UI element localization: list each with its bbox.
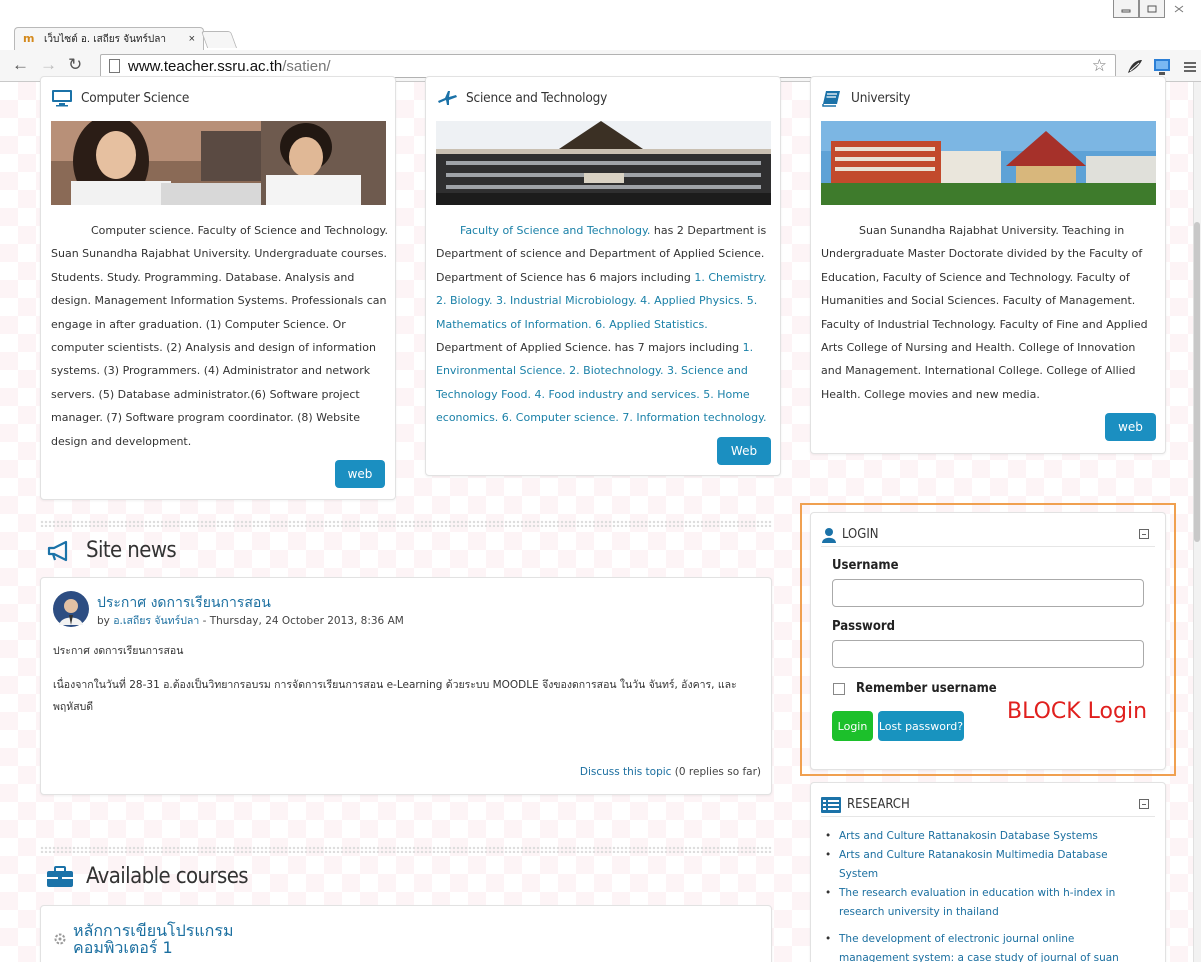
news-post: ประกาศ งดการเรียนการสอน by อ.เสถียร จันท… xyxy=(40,577,772,795)
replies-count: (0 replies so far) xyxy=(671,766,761,778)
research-block: RESEARCH Arts and Culture Rattanakosin D… xyxy=(810,782,1166,962)
web-button[interactable]: web xyxy=(335,460,385,488)
chrome-menu-icon[interactable] xyxy=(1180,57,1200,77)
card-description: Faculty of Science and Technology. has 2… xyxy=(436,219,774,430)
news-post-meta: by อ.เสถียร จันทร์ปลา - Thursday, 24 Oct… xyxy=(97,612,404,629)
password-label: Password xyxy=(832,619,896,634)
collapse-icon[interactable] xyxy=(1139,529,1149,539)
card-title: Computer Science xyxy=(81,90,190,106)
card-header: Computer Science xyxy=(51,87,189,109)
research-block-title: RESEARCH xyxy=(847,797,910,812)
maximize-glyph xyxy=(1147,5,1157,12)
card-title: Science and Technology xyxy=(466,90,608,106)
card-university: University Suan Sunandha Rajabhat Univer… xyxy=(810,76,1166,454)
back-arrow-icon[interactable]: ← xyxy=(12,55,29,75)
author-link[interactable]: อ.เสถียร จันทร์ปลา xyxy=(113,615,199,627)
discuss-topic-link[interactable]: Discuss this topic xyxy=(580,766,672,778)
login-block-title: LOGIN xyxy=(842,527,879,542)
browser-tab[interactable]: m เว็บไซต์ อ. เสถียร จันทร์ปลา × xyxy=(14,27,204,50)
research-block-header: RESEARCH xyxy=(821,793,1155,817)
plane-icon xyxy=(438,91,457,105)
web-button[interactable]: web xyxy=(1105,413,1156,441)
book-icon xyxy=(822,91,840,107)
window-close-icon[interactable] xyxy=(1165,0,1193,18)
card-computer-science: Computer Science Computer science. Facul… xyxy=(40,76,396,500)
collapse-icon[interactable] xyxy=(1139,799,1149,809)
page-icon xyxy=(109,59,120,73)
monitor-icon xyxy=(52,90,72,107)
lost-password-button[interactable]: Lost password? xyxy=(878,711,964,741)
tab-title: เว็บไซต์ อ. เสถียร จันทร์ปลา xyxy=(44,33,166,45)
url-host: www.teacher.ssru.ac.th xyxy=(128,57,283,75)
reload-icon[interactable]: ↻ xyxy=(68,55,82,75)
news-post-footer: Discuss this topic (0 replies so far) xyxy=(580,766,761,778)
news-post-body: ประกาศ งดการเรียนการสอน เนื่องจากในวันที… xyxy=(53,640,753,718)
remember-username-checkbox[interactable] xyxy=(833,683,845,695)
research-item[interactable]: Arts and Culture Rattanakosin Database S… xyxy=(823,827,1133,846)
card-science-technology: Science and Technology Faculty of Scienc… xyxy=(425,76,781,476)
section-separator xyxy=(40,846,772,853)
url-path: /satien/ xyxy=(282,57,331,75)
tab-close-icon[interactable]: × xyxy=(189,33,195,45)
megaphone-icon xyxy=(47,540,68,561)
vertical-scrollbar[interactable] xyxy=(1193,82,1201,962)
web-button[interactable]: Web xyxy=(717,437,771,465)
available-courses-heading: Available courses xyxy=(46,864,249,889)
university-campus-photo xyxy=(821,121,1156,205)
students-photo xyxy=(51,121,386,205)
remember-username-label: Remember username xyxy=(856,681,997,696)
news-body-paragraph: เนื่องจากในวันที่ 28-31 อ.ต้องเป็นวิทยาก… xyxy=(53,679,737,713)
login-block: LOGIN Username Password Remember usernam… xyxy=(810,512,1166,770)
password-input[interactable] xyxy=(832,640,1144,668)
faculty-building-photo xyxy=(436,121,771,205)
card-header: University xyxy=(821,87,910,109)
card-title: University xyxy=(851,90,911,106)
user-icon xyxy=(822,527,836,543)
close-glyph xyxy=(1174,5,1184,13)
research-list: Arts and Culture Rattanakosin Database S… xyxy=(823,827,1133,962)
login-button[interactable]: Login xyxy=(832,711,873,741)
scrollbar-thumb[interactable] xyxy=(1194,222,1200,542)
research-item[interactable]: The research evaluation in education wit… xyxy=(823,884,1133,922)
card-header: Science and Technology xyxy=(436,87,607,109)
applied-science-text: Department of Applied Science. has 7 maj… xyxy=(436,341,743,355)
minimize-glyph xyxy=(1121,9,1131,12)
site-news-title: Site news xyxy=(86,538,177,563)
site-favicon-icon: m xyxy=(23,32,35,45)
news-body-line: ประกาศ งดการเรียนการสอน xyxy=(53,645,184,657)
extension-feather-icon[interactable] xyxy=(1125,57,1145,77)
section-separator xyxy=(40,520,772,527)
course-gear-icon xyxy=(54,933,66,945)
browser-tabbar: m เว็บไซต์ อ. เสถียร จันทร์ปลา × xyxy=(0,0,1201,50)
news-post-title[interactable]: ประกาศ งดการเรียนการสอน xyxy=(97,592,271,614)
address-bar[interactable]: www.teacher.ssru.ac.th/satien/ ☆ xyxy=(100,54,1116,78)
research-item[interactable]: The development of electronic journal on… xyxy=(823,930,1133,962)
card-description: Suan Sunandha Rajabhat University. Teach… xyxy=(821,224,1148,401)
course-card: หลักการเขียนโปรแกรม คอมพิวเตอร์ 1 xyxy=(40,905,772,962)
available-courses-title: Available courses xyxy=(86,864,249,889)
maximize-icon[interactable] xyxy=(1139,0,1165,18)
minimize-icon[interactable] xyxy=(1113,0,1139,18)
faculty-link[interactable]: Faculty of Science and Technology. xyxy=(460,224,650,237)
course-link[interactable]: หลักการเขียนโปรแกรม คอมพิวเตอร์ 1 xyxy=(73,922,293,956)
card-description: Computer science. Faculty of Science and… xyxy=(51,224,388,448)
meta-by: by xyxy=(97,615,114,627)
username-input[interactable] xyxy=(832,579,1144,607)
forward-arrow-icon[interactable]: → xyxy=(40,55,57,75)
site-news-heading: Site news xyxy=(46,538,177,563)
research-item[interactable]: Arts and Culture Ratanakosin Multimedia … xyxy=(823,846,1133,884)
username-label: Username xyxy=(832,558,899,573)
list-icon xyxy=(821,796,841,813)
login-block-header: LOGIN xyxy=(821,523,1155,547)
new-tab-button[interactable] xyxy=(200,31,238,48)
extension-monitor-icon[interactable] xyxy=(1152,57,1172,77)
bookmark-star-icon[interactable]: ☆ xyxy=(1092,56,1107,76)
avatar[interactable] xyxy=(53,591,89,627)
window-controls xyxy=(1113,0,1193,18)
block-login-annotation: BLOCK Login xyxy=(1007,699,1148,724)
briefcase-icon xyxy=(47,865,73,887)
meta-date: - Thursday, 24 October 2013, 8:36 AM xyxy=(199,615,404,627)
